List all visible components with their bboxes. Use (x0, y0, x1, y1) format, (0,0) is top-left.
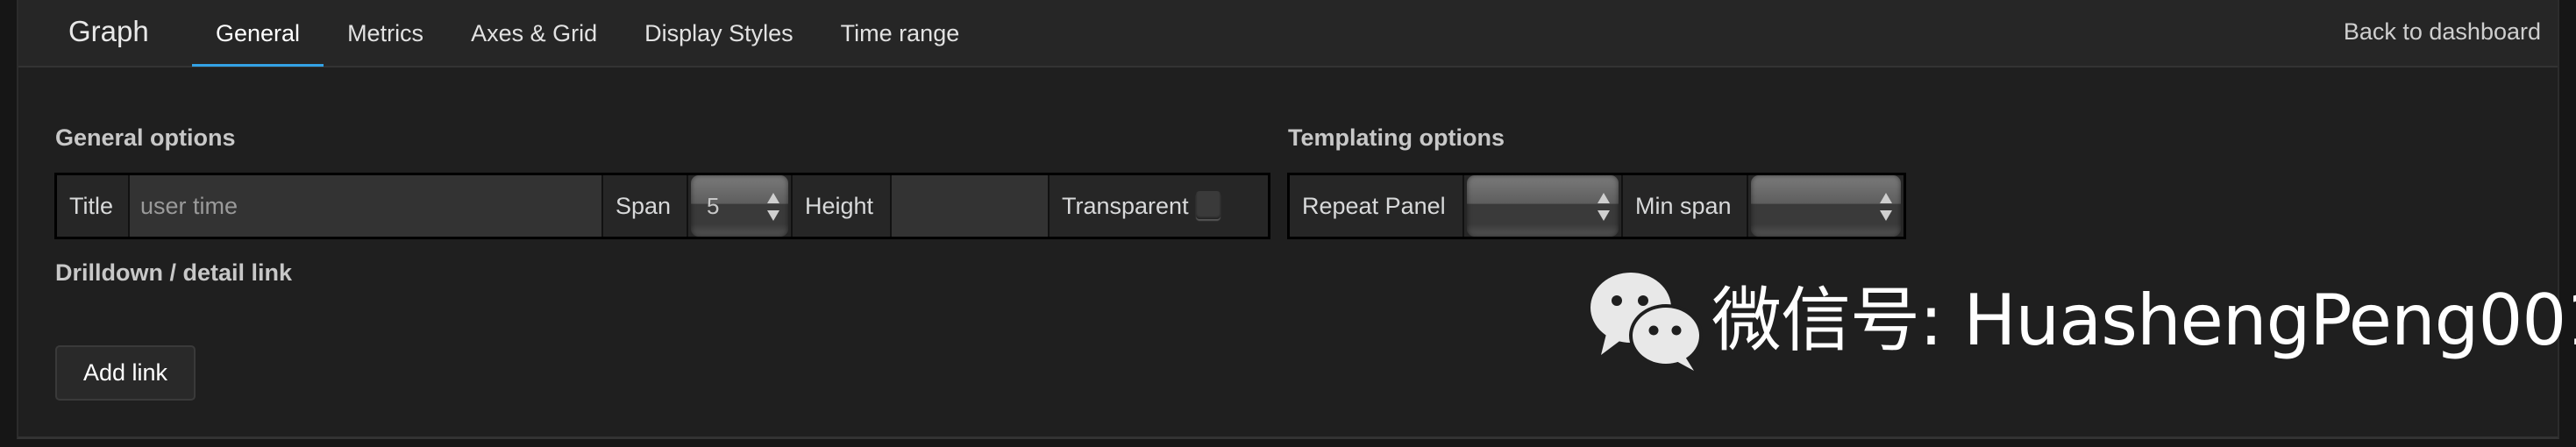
general-options-row: Title Span 5 Height Transparent (54, 173, 1270, 239)
select-arrows-icon (1598, 193, 1610, 221)
templating-options-row: Repeat Panel Min span (1287, 173, 1906, 239)
transparent-field: Transparent (1050, 175, 1268, 237)
panel-editor: Graph General Metrics Axes & Grid Displa… (17, 0, 2576, 439)
wechat-icon (1590, 273, 1703, 371)
tab-axes-grid[interactable]: Axes & Grid (447, 0, 621, 67)
templating-options-heading: Templating options (1288, 124, 1505, 151)
editor-title: Graph (68, 15, 149, 47)
min-span-select[interactable] (1751, 175, 1901, 237)
repeat-panel-select-wrap (1464, 175, 1623, 237)
min-span-label: Min span (1623, 175, 1748, 237)
height-label: Height (793, 175, 892, 237)
watermark: 微信号: HuashengPeng001 (1587, 268, 2576, 373)
general-options-heading: General options (55, 124, 236, 151)
editor-header: Graph General Metrics Axes & Grid Displa… (18, 0, 2558, 67)
editor-tabs: General Metrics Axes & Grid Display Styl… (192, 0, 983, 67)
span-label: Span (603, 175, 688, 237)
repeat-panel-select[interactable] (1467, 175, 1619, 237)
min-span-select-wrap (1748, 175, 1904, 237)
height-input[interactable] (892, 175, 1050, 237)
tab-time-range[interactable]: Time range (817, 0, 984, 67)
select-arrows-icon (767, 193, 779, 221)
span-select-wrap: 5 (688, 175, 793, 237)
span-select-value: 5 (707, 193, 720, 219)
watermark-text: 微信号: HuashengPeng001 (1711, 280, 2576, 361)
transparent-checkbox[interactable] (1195, 190, 1220, 219)
select-arrows-icon (1880, 193, 1892, 221)
drilldown-heading: Drilldown / detail link (55, 259, 293, 286)
title-input[interactable] (130, 175, 603, 237)
transparent-label: Transparent (1062, 193, 1189, 219)
back-to-dashboard-link[interactable]: Back to dashboard (2344, 0, 2541, 64)
tab-display-styles[interactable]: Display Styles (621, 0, 817, 67)
add-link-button[interactable]: Add link (55, 345, 196, 401)
tab-general[interactable]: General (192, 0, 324, 67)
title-label: Title (57, 175, 130, 237)
tab-metrics[interactable]: Metrics (324, 0, 447, 67)
repeat-panel-label: Repeat Panel (1290, 175, 1464, 237)
span-select[interactable]: 5 (691, 175, 788, 237)
